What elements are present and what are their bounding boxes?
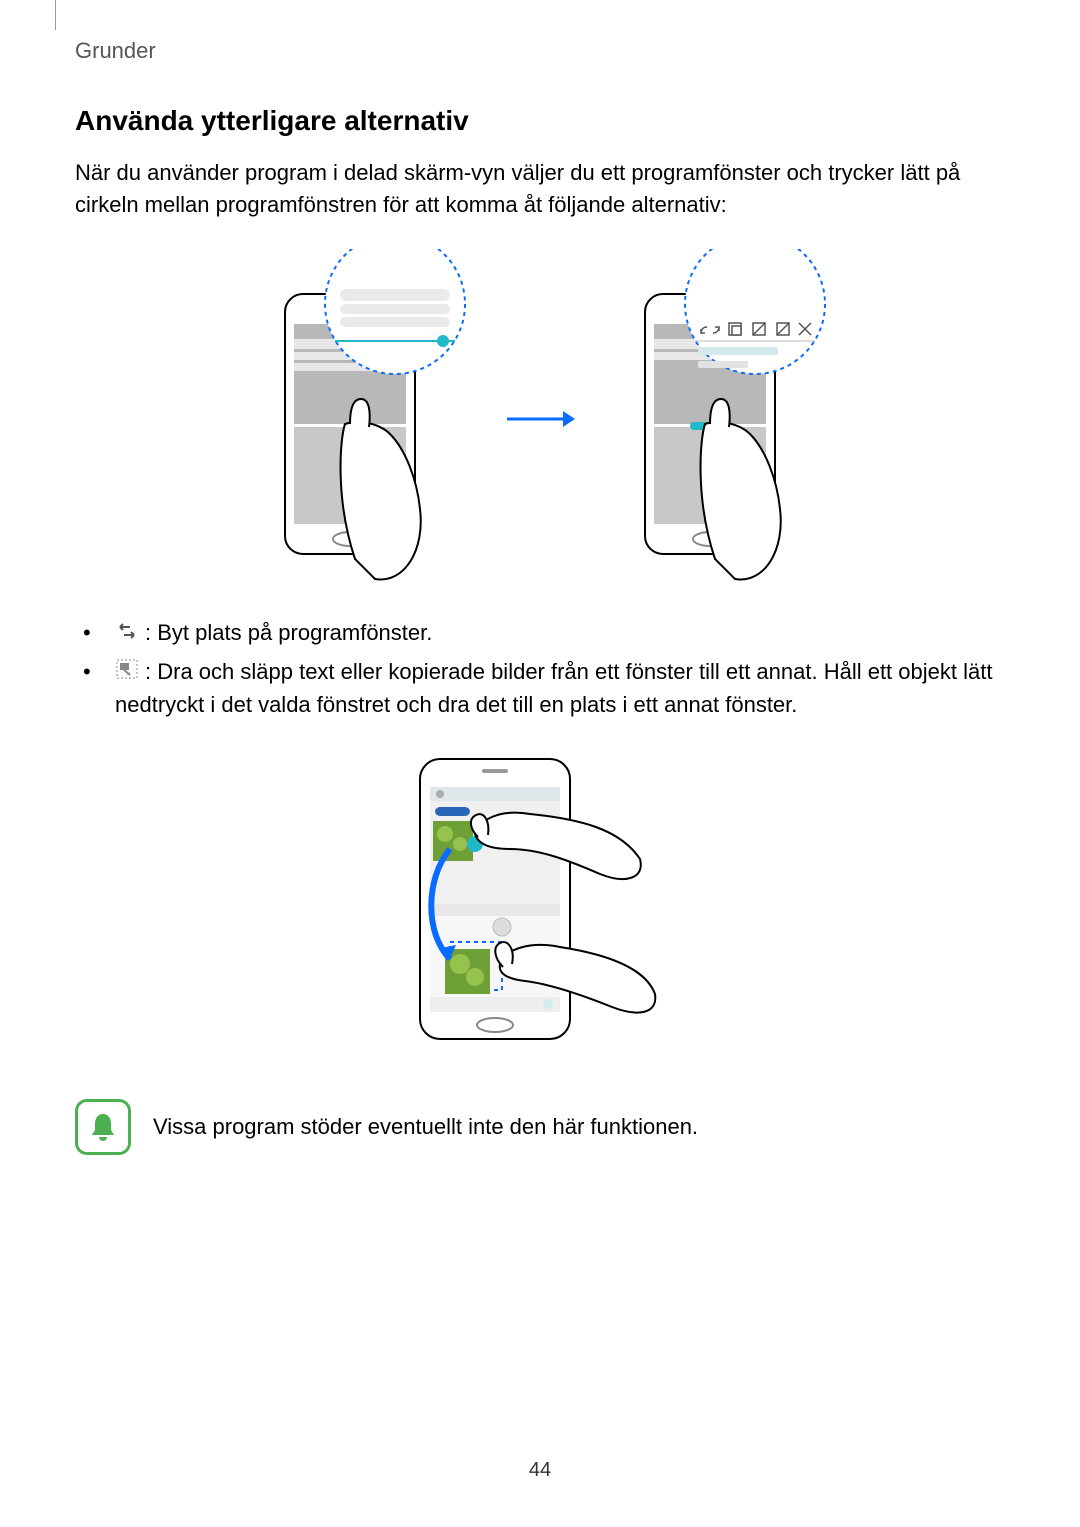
section-title: Använda ytterligare alternativ <box>75 105 1005 137</box>
page-content: Använda ytterligare alternativ När du an… <box>75 105 1005 1155</box>
note-text: Vissa program stöder eventuellt inte den… <box>153 1114 698 1140</box>
drag-content-icon <box>115 657 139 689</box>
list-item-swap: : Byt plats på programfönster. <box>105 617 1005 650</box>
figure-split-screen-options <box>75 249 1005 589</box>
intro-paragraph: När du använder program i delad skärm-vy… <box>75 157 1005 221</box>
illustration-tap-divider <box>245 249 475 589</box>
note-bell-icon <box>75 1099 131 1155</box>
header-section-label: Grunder <box>75 38 156 64</box>
list-item-drag: : Dra och släpp text eller kopierade bil… <box>105 656 1005 721</box>
swap-windows-icon <box>115 618 139 650</box>
illustration-options-bar <box>605 249 835 589</box>
list-item-drag-text: : Dra och släpp text eller kopierade bil… <box>115 659 992 717</box>
illustration-drag-drop <box>390 749 690 1049</box>
page-margin-line <box>55 0 56 30</box>
figure-drag-drop <box>75 749 1005 1049</box>
arrow-right-icon <box>505 404 575 434</box>
note-row: Vissa program stöder eventuellt inte den… <box>75 1099 1005 1155</box>
options-list: : Byt plats på programfönster. : Dra och… <box>75 617 1005 721</box>
page-number: 44 <box>0 1459 1080 1482</box>
list-item-swap-text: : Byt plats på programfönster. <box>145 620 432 645</box>
